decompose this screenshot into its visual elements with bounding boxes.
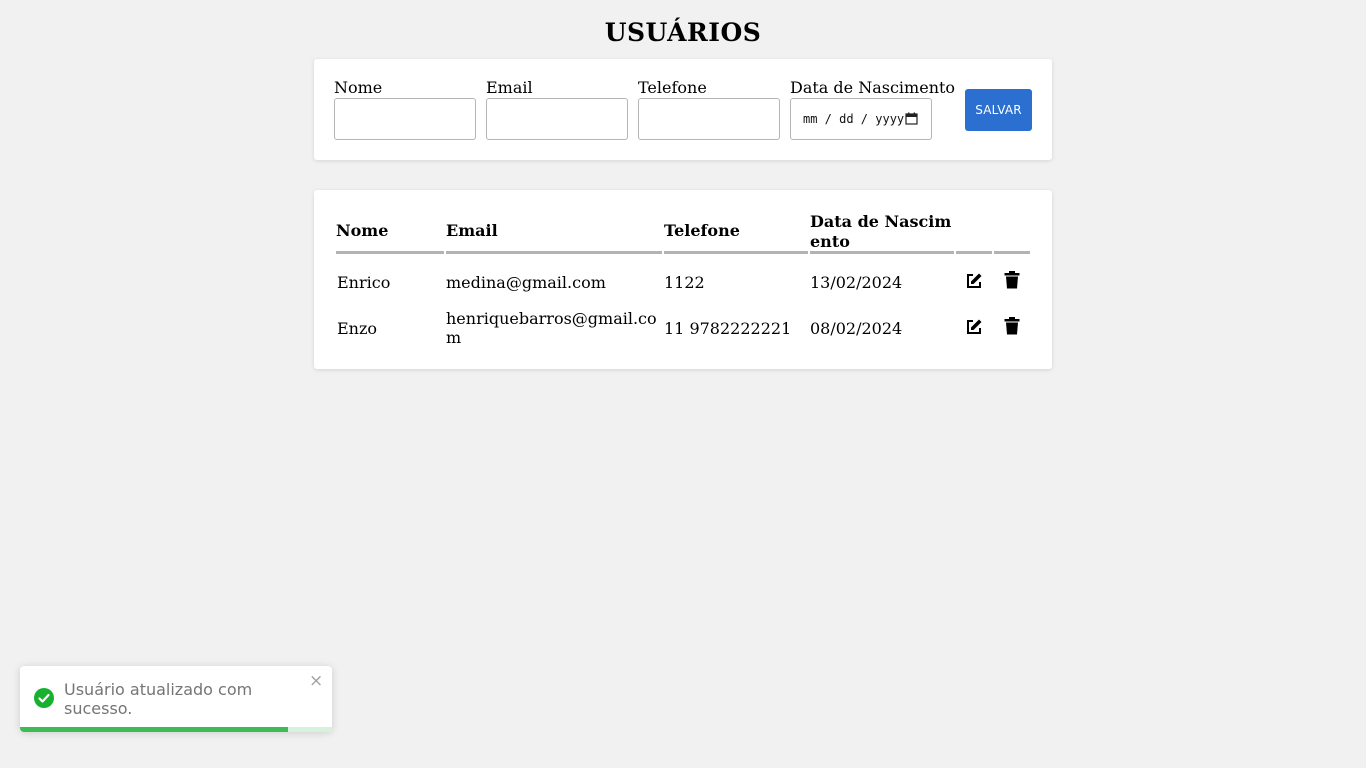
cell-telefone: 11 9782222221 [664, 319, 792, 338]
name-label: Nome [334, 78, 383, 97]
column-header-email: Email [446, 212, 662, 254]
close-icon[interactable]: × [309, 673, 323, 690]
column-header-nome: Nome [336, 212, 444, 254]
user-form: Nome Email Telefone Data de Nascimento m… [314, 59, 1052, 160]
success-toast[interactable]: Usuário atualizado com sucesso. × [20, 666, 332, 732]
name-field: Nome [334, 79, 476, 140]
toast-message: Usuário atualizado com sucesso. [64, 680, 253, 718]
cell-nome: Enzo [337, 319, 378, 338]
birthdate-label: Data de Nascimento [790, 78, 956, 97]
birthdate-field: Data de Nascimento mm / dd / yyyy [790, 79, 955, 140]
phone-field: Telefone [638, 79, 780, 140]
toast-progress-bar [20, 727, 289, 732]
calendar-icon[interactable] [905, 112, 918, 128]
phone-label: Telefone [638, 78, 707, 97]
birthdate-input[interactable]: mm / dd / yyyy [790, 98, 932, 140]
check-circle-icon [34, 688, 54, 712]
cell-email: henriquebarros@gmail.co m [446, 309, 657, 347]
trash-icon[interactable] [1004, 271, 1022, 289]
column-header-edit [956, 212, 992, 254]
column-header-data-nascimento: Data de Nascim ento [810, 212, 954, 254]
page-title: USUÁRIOS [604, 18, 762, 47]
phone-input[interactable] [638, 98, 780, 140]
column-header-delete [994, 212, 1030, 254]
email-label: Email [486, 78, 533, 97]
name-input[interactable] [334, 98, 476, 140]
edit-icon[interactable] [965, 272, 983, 290]
cell-data: 08/02/2024 [810, 319, 903, 338]
email-input[interactable] [486, 98, 628, 140]
cell-data: 13/02/2024 [810, 273, 903, 292]
date-placeholder: mm / dd / yyyy [803, 112, 905, 126]
users-table: Nome Email Telefone Data de Nascim ento … [314, 190, 1052, 369]
email-field: Email [486, 79, 628, 140]
cell-email: medina@gmail.com [446, 273, 606, 292]
cell-nome: Enrico [337, 273, 391, 292]
trash-icon[interactable] [1004, 317, 1022, 335]
cell-telefone: 1122 [664, 273, 705, 292]
save-button[interactable]: SALVAR [965, 89, 1032, 131]
column-header-telefone: Telefone [664, 212, 808, 254]
edit-icon[interactable] [965, 318, 983, 336]
